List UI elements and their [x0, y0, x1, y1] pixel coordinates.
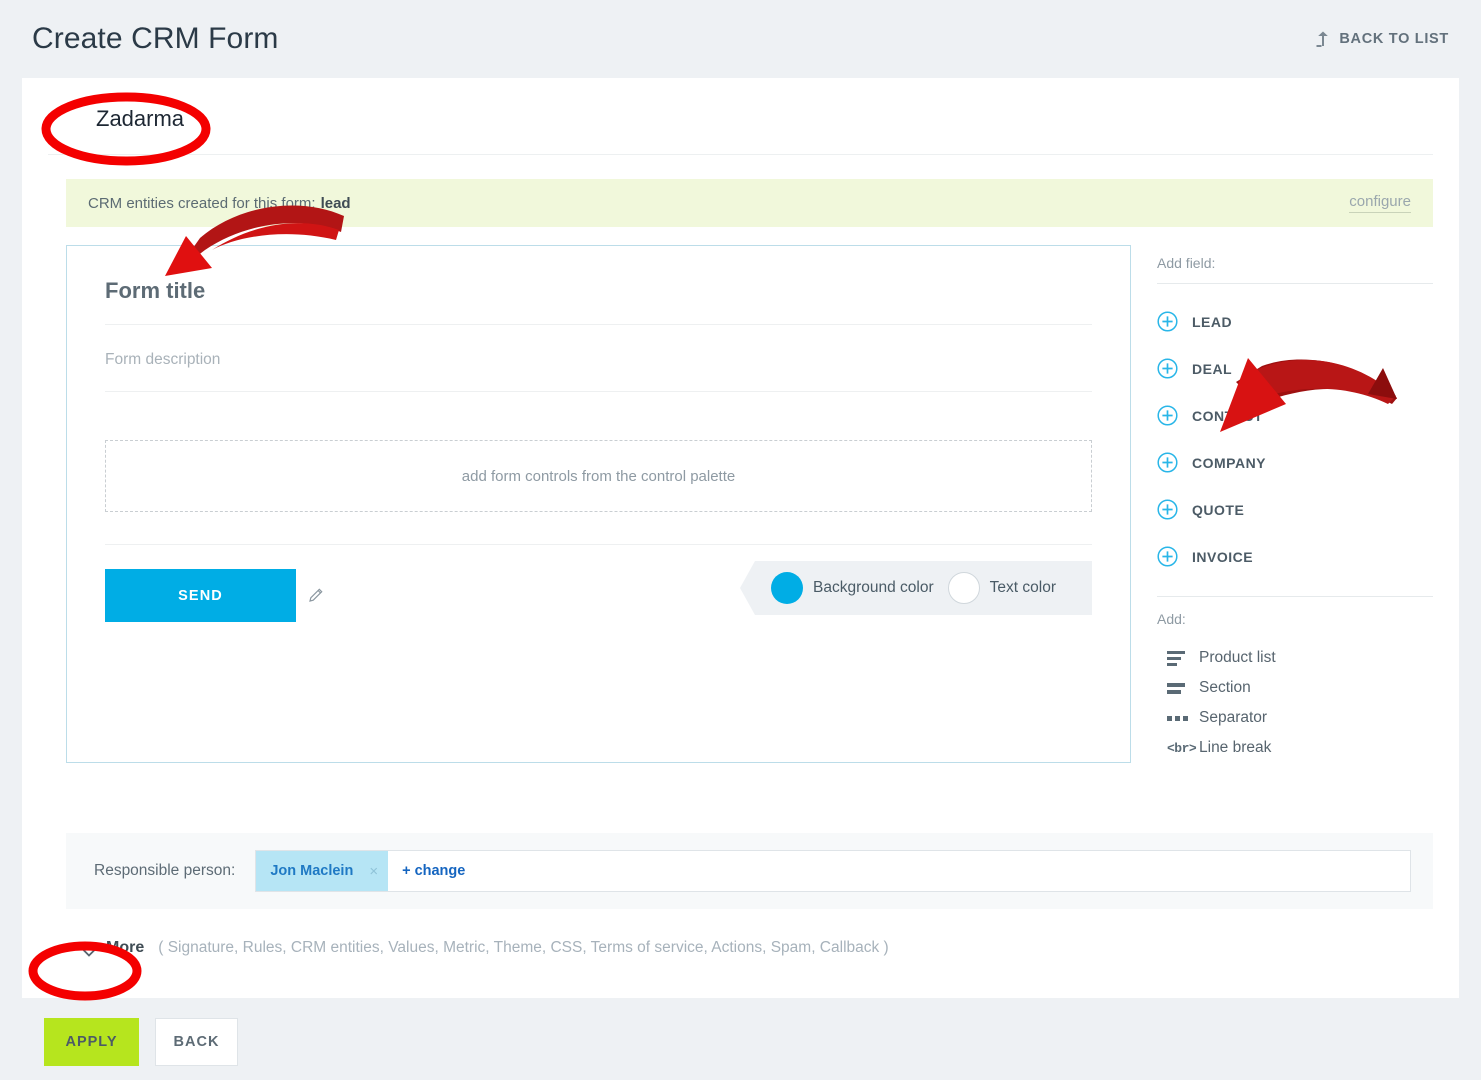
- product-list-icon: [1157, 651, 1199, 666]
- plus-circle-icon: [1157, 546, 1178, 567]
- field-label: INVOICE: [1192, 549, 1253, 565]
- plus-circle-icon: [1157, 452, 1178, 473]
- add-line-break[interactable]: <br> Line break: [1157, 733, 1433, 763]
- more-toggle[interactable]: More: [82, 939, 144, 957]
- responsible-person-panel: Responsible person: Jon Maclein × + chan…: [66, 833, 1433, 909]
- plus-circle-icon: [1157, 499, 1178, 520]
- add-elements-list: Product list Section Separator <b: [1157, 641, 1433, 763]
- configure-link[interactable]: configure: [1349, 193, 1411, 213]
- content-panel: Zadarma CRM entities created for this fo…: [22, 78, 1459, 998]
- add-item-label: Line break: [1199, 739, 1271, 757]
- add-field-quote[interactable]: QUOTE: [1157, 486, 1433, 533]
- add-field-list: LEAD DEAL CONTACT: [1157, 284, 1433, 580]
- field-palette: Add field: LEAD DEAL: [1131, 245, 1433, 763]
- chevron-down-icon: [82, 944, 96, 953]
- responsible-person-name: Jon Maclein: [270, 863, 353, 879]
- entity-name-row: Zadarma: [48, 78, 1433, 155]
- field-label: LEAD: [1192, 314, 1232, 330]
- footer-buttons: APPLY BACK: [44, 1018, 238, 1066]
- form-preview-footer: SEND Background color Text color: [105, 544, 1092, 622]
- back-to-list-label: BACK TO LIST: [1339, 31, 1449, 47]
- plus-circle-icon: [1157, 358, 1178, 379]
- section-icon: [1157, 683, 1199, 694]
- field-label: QUOTE: [1192, 502, 1244, 518]
- change-person-link[interactable]: + change: [402, 863, 465, 879]
- notice-entity: lead: [321, 195, 351, 212]
- notice-text: CRM entities created for this form:: [88, 195, 316, 212]
- dropzone-label: add form controls from the control palet…: [462, 468, 735, 485]
- apply-button[interactable]: APPLY: [44, 1018, 139, 1066]
- add-product-list[interactable]: Product list: [1157, 643, 1433, 673]
- more-sections-list: ( Signature, Rules, CRM entities, Values…: [158, 939, 888, 957]
- add-item-label: Section: [1199, 679, 1251, 697]
- plus-circle-icon: [1157, 405, 1178, 426]
- responsible-person-input[interactable]: Jon Maclein × + change: [255, 850, 1411, 892]
- add-field-contact[interactable]: CONTACT: [1157, 392, 1433, 439]
- text-color-label: Text color: [990, 579, 1056, 597]
- field-label: COMPANY: [1192, 455, 1266, 471]
- form-preview-panel: Form title Form description add form con…: [66, 245, 1131, 763]
- back-to-list-button[interactable]: BACK TO LIST: [1316, 31, 1453, 47]
- add-section[interactable]: Section: [1157, 673, 1433, 703]
- entity-name[interactable]: Zadarma: [96, 106, 184, 131]
- field-label: DEAL: [1192, 361, 1232, 377]
- add-field-company[interactable]: COMPANY: [1157, 439, 1433, 486]
- add-field-lead[interactable]: LEAD: [1157, 298, 1433, 345]
- close-icon[interactable]: ×: [369, 863, 378, 880]
- color-popover: Background color Text color: [755, 561, 1092, 615]
- form-builder: Form title Form description add form con…: [66, 245, 1433, 763]
- add-field-deal[interactable]: DEAL: [1157, 345, 1433, 392]
- add-label: Add:: [1157, 596, 1433, 641]
- add-item-label: Product list: [1199, 649, 1276, 667]
- arrow-up-icon: [1316, 31, 1330, 47]
- plus-circle-icon: [1157, 311, 1178, 332]
- add-field-invoice[interactable]: INVOICE: [1157, 533, 1433, 580]
- more-label: More: [106, 939, 144, 957]
- control-dropzone[interactable]: add form controls from the control palet…: [105, 440, 1092, 512]
- responsible-person-chip[interactable]: Jon Maclein ×: [256, 851, 388, 891]
- send-button[interactable]: SEND: [105, 569, 296, 622]
- page-title: Create CRM Form: [32, 22, 279, 56]
- add-item-label: Separator: [1199, 709, 1267, 727]
- top-bar: Create CRM Form BACK TO LIST: [0, 0, 1481, 78]
- crm-entities-notice: CRM entities created for this form: lead…: [66, 179, 1433, 227]
- add-field-label: Add field:: [1157, 245, 1433, 284]
- more-row: More ( Signature, Rules, CRM entities, V…: [66, 939, 1433, 957]
- form-title-input[interactable]: Form title: [105, 272, 1092, 325]
- add-separator[interactable]: Separator: [1157, 703, 1433, 733]
- back-button[interactable]: BACK: [155, 1018, 238, 1066]
- field-label: CONTACT: [1192, 408, 1263, 424]
- separator-icon: [1157, 716, 1199, 721]
- text-color-swatch[interactable]: [948, 572, 980, 604]
- background-color-label: Background color: [813, 579, 934, 597]
- pencil-icon[interactable]: [308, 588, 323, 603]
- line-break-icon: <br>: [1157, 741, 1199, 756]
- background-color-swatch[interactable]: [771, 572, 803, 604]
- line-break-glyph: <br>: [1167, 741, 1196, 756]
- responsible-person-label: Responsible person:: [94, 862, 235, 880]
- form-description-input[interactable]: Form description: [105, 325, 1092, 392]
